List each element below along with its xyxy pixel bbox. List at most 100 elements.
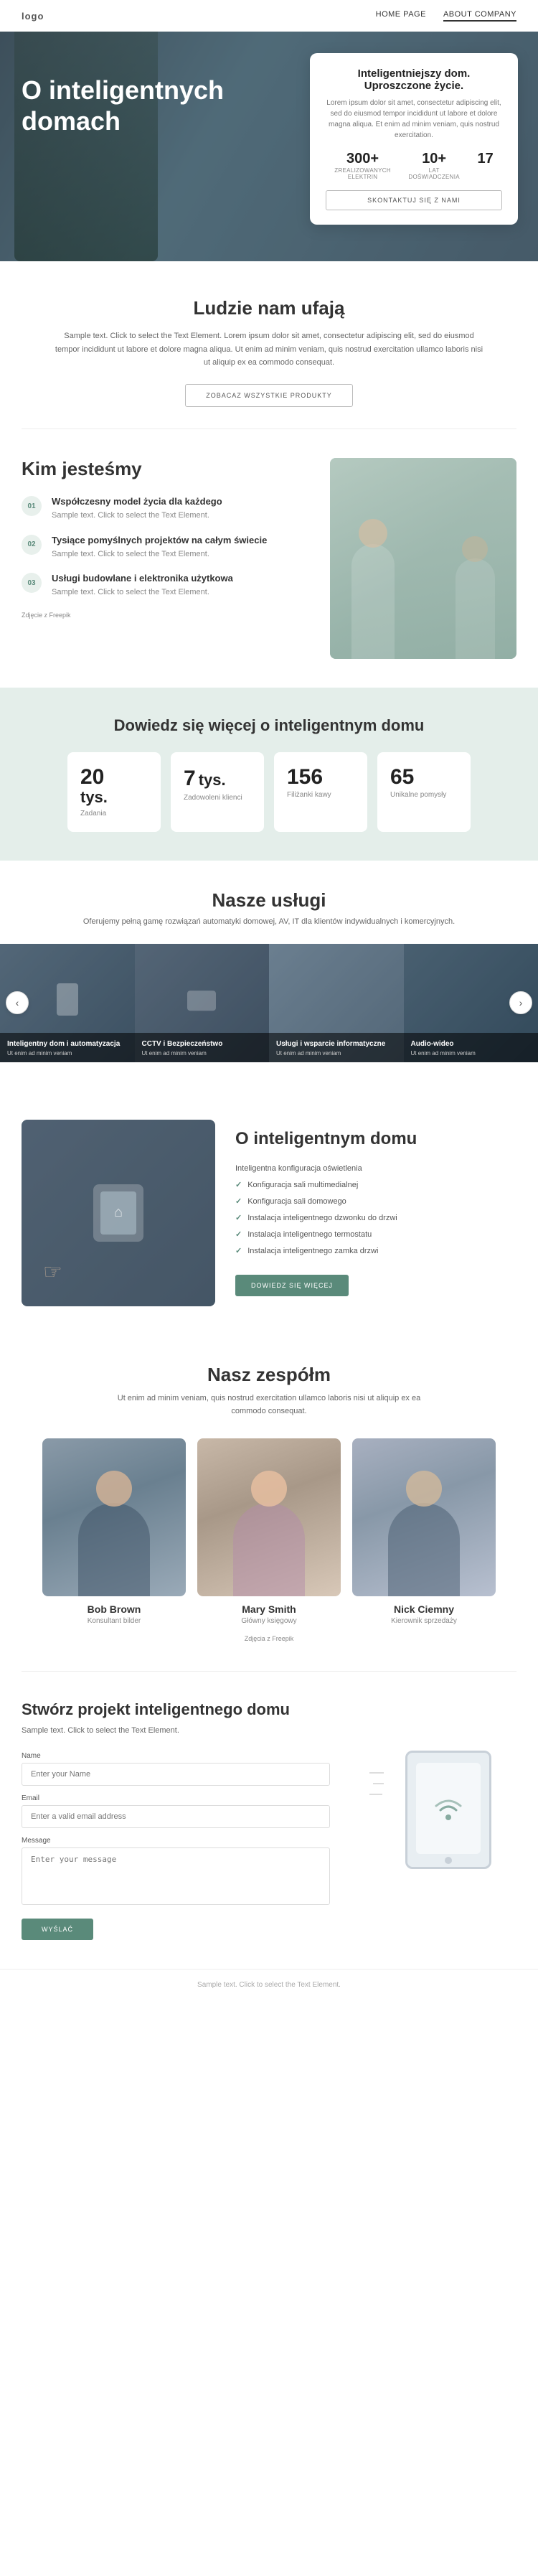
- smart-list: Inteligentna konfiguracja oświetlenia ✓K…: [235, 1161, 516, 1259]
- contact-title: Stwórz projekt inteligentnego domu: [22, 1700, 330, 1719]
- bob-body: [78, 1503, 150, 1596]
- contact-hero-button[interactable]: SKONTAKTUJ SIĘ Z NAMI: [326, 190, 502, 210]
- contact-form-container: Stwórz projekt inteligentnego domu Sampl…: [22, 1700, 330, 1940]
- message-textarea[interactable]: [22, 1847, 330, 1905]
- hero-card-title: Inteligentniejszy dom. Uproszczone życie…: [326, 67, 502, 92]
- hero-title: O inteligentnych domach: [22, 75, 251, 136]
- stat-1-label: Zadania: [80, 810, 148, 818]
- message-label: Message: [22, 1837, 330, 1845]
- smart-title: O inteligentnym domu: [235, 1129, 516, 1149]
- team-subtitle: Ut enim ad minim veniam, quis nostrud ex…: [104, 1392, 434, 1418]
- hero-card: Inteligentniejszy dom. Uproszczone życie…: [310, 53, 518, 225]
- stat-3-label: Filiżanki kawy: [287, 791, 354, 799]
- who-item-3: 03 Usługi budowlane i elektronika użytko…: [22, 573, 310, 599]
- smart-list-item-1: Inteligentna konfiguracja oświetlenia: [235, 1161, 516, 1176]
- email-label: Email: [22, 1794, 330, 1802]
- service-text-1: Ut enim ad minim veniam: [7, 1050, 128, 1057]
- name-label: Name: [22, 1752, 330, 1760]
- services-title: Nasze usługi: [0, 889, 538, 912]
- service-title-1: Inteligentny dom i automatyzacja: [7, 1040, 128, 1048]
- who-num-3: 03: [22, 573, 42, 593]
- service-text-2: Ut enim ad minim veniam: [142, 1050, 263, 1057]
- service-label-3: Usługi i wsparcie informatyczne Ut enim …: [269, 1033, 404, 1062]
- carousel-left-arrow[interactable]: ‹: [6, 991, 29, 1014]
- service-title-3: Usługi i wsparcie informatyczne: [276, 1040, 397, 1048]
- mary-name: Mary Smith: [197, 1603, 341, 1615]
- tablet-home-button: [445, 1857, 452, 1864]
- who-title: Kim jesteśmy: [22, 458, 310, 480]
- learn-more-button[interactable]: DOWIEDZ SIĘ WIĘCEJ: [235, 1275, 349, 1296]
- carousel-right-arrow[interactable]: ›: [509, 991, 532, 1014]
- bob-role: Konsultant bilder: [42, 1617, 186, 1625]
- stat-elektrin: 300+ ZREALIZOWANYCHELEKTRIN: [334, 151, 391, 180]
- bob-head: [96, 1471, 132, 1507]
- smart-list-item-4: ✓Instalacja inteligentnego dzwonku do dr…: [235, 1209, 516, 1226]
- illus-line-3: [369, 1794, 382, 1795]
- team-photo-nick: [352, 1438, 496, 1596]
- who-item-1-text: Sample text. Click to select the Text El…: [52, 510, 222, 522]
- hero-card-text: Lorem ipsum dolor sit amet, consectetur …: [326, 98, 502, 141]
- photo-person-head-2: [462, 536, 488, 562]
- stat-2-unit: tys.: [199, 771, 226, 790]
- who-item-3-title: Usługi budowlane i elektronika użytkowa: [52, 573, 233, 584]
- stat-card-4: 65 Unikalne pomysły: [377, 752, 471, 832]
- team-section: Nasz zespółm Ut enim ad minim veniam, qu…: [0, 1335, 538, 1671]
- team-photo-bob: [42, 1438, 186, 1596]
- wifi-smart-icon: [430, 1790, 466, 1826]
- who-item-1: 01 Współczesny model życia dla każdego S…: [22, 496, 310, 522]
- stat-lat-label: LATDOŚWIADCZENIA: [408, 167, 459, 180]
- photo-person-head-1: [359, 519, 387, 548]
- contact-subtitle: Sample text. Click to select the Text El…: [22, 1725, 330, 1738]
- service-label-1: Inteligentny dom i automatyzacja Ut enim…: [0, 1033, 135, 1062]
- stat-2-label: Zadowoleni klienci: [184, 794, 251, 802]
- who-item-2-content: Tysiące pomyślnych projektów na całym św…: [52, 535, 267, 561]
- service-label-4: Audio-wideo Ut enim ad minim veniam: [404, 1033, 538, 1062]
- see-all-products-button[interactable]: ZOBACAZ WSZYSTKIE PRODUKTY: [185, 384, 353, 407]
- stat-lat: 10+ LATDOŚWIADCZENIA: [408, 151, 459, 180]
- service-card-2: CCTV i Bezpieczeństwo Ut enim ad minim v…: [135, 944, 270, 1062]
- who-section: Kim jesteśmy 01 Współczesny model życia …: [0, 429, 538, 688]
- logo: logo: [22, 11, 44, 22]
- mary-body: [233, 1503, 305, 1596]
- nick-body: [388, 1503, 460, 1596]
- trusted-title: Ludzie nam ufają: [22, 297, 516, 319]
- service-label-2: CCTV i Bezpieczeństwo Ut enim ad minim v…: [135, 1033, 270, 1062]
- hero-stats: 300+ ZREALIZOWANYCHELEKTRIN 10+ LATDOŚWI…: [326, 151, 502, 180]
- trusted-section: Ludzie nam ufają Sample text. Click to s…: [0, 261, 538, 428]
- smart-list-item-2: ✓Konfiguracja sali multimedialnej: [235, 1176, 516, 1193]
- who-right: [330, 458, 516, 659]
- service-icon-1: [57, 983, 78, 1016]
- smart-list-item-5: ✓Instalacja inteligentnego termostatu: [235, 1226, 516, 1242]
- footer: Sample text. Click to select the Text El…: [0, 1969, 538, 2000]
- smart-icon: ⌂: [114, 1204, 123, 1221]
- who-left: Kim jesteśmy 01 Współczesny model życia …: [22, 458, 310, 619]
- who-photo-credit: Zdjęcie z Freepik: [22, 612, 310, 619]
- illus-line-2: [373, 1783, 384, 1784]
- smart-list-item-3: ✓Konfiguracja sali domowego: [235, 1193, 516, 1209]
- team-title: Nasz zespółm: [22, 1364, 516, 1386]
- smart-section: ⌂ ☞ O inteligentnym domu Inteligentna ko…: [0, 1091, 538, 1335]
- service-title-2: CCTV i Bezpieczeństwo: [142, 1040, 263, 1048]
- team-grid: Bob Brown Konsultant bilder Mary Smith G…: [22, 1438, 516, 1625]
- who-num-2: 02: [22, 535, 42, 555]
- name-input[interactable]: [22, 1763, 330, 1786]
- nav-home[interactable]: HOME PAGE: [376, 10, 426, 22]
- smart-hand: ☞: [43, 1260, 62, 1285]
- services-subtitle: Oferujemy pełną gamę rozwiązań automatyk…: [0, 916, 538, 928]
- stat-uslug: 17: [477, 151, 493, 180]
- stats-title: Dowiedz się więcej o inteligentnym domu: [22, 716, 516, 735]
- nick-name: Nick Ciemny: [352, 1603, 496, 1615]
- tablet-body: [405, 1751, 491, 1869]
- who-item-1-content: Współczesny model życia dla każdego Samp…: [52, 496, 222, 522]
- who-item-2: 02 Tysiące pomyślnych projektów na całym…: [22, 535, 310, 561]
- services-section: Nasze usługi Oferujemy pełną gamę rozwią…: [0, 861, 538, 1091]
- stat-uslug-num: 17: [477, 151, 493, 167]
- footer-text: Sample text. Click to select the Text El…: [22, 1981, 516, 1989]
- mary-role: Główny księgowy: [197, 1617, 341, 1625]
- stat-1-unit: tys.: [80, 788, 148, 807]
- nav-about[interactable]: ABOUT COMPANY: [443, 10, 516, 22]
- email-input[interactable]: [22, 1805, 330, 1828]
- nick-role: Kierownik sprzedaży: [352, 1617, 496, 1625]
- submit-button[interactable]: WYŚLAĆ: [22, 1919, 93, 1940]
- stat-1-num: 20: [80, 767, 148, 788]
